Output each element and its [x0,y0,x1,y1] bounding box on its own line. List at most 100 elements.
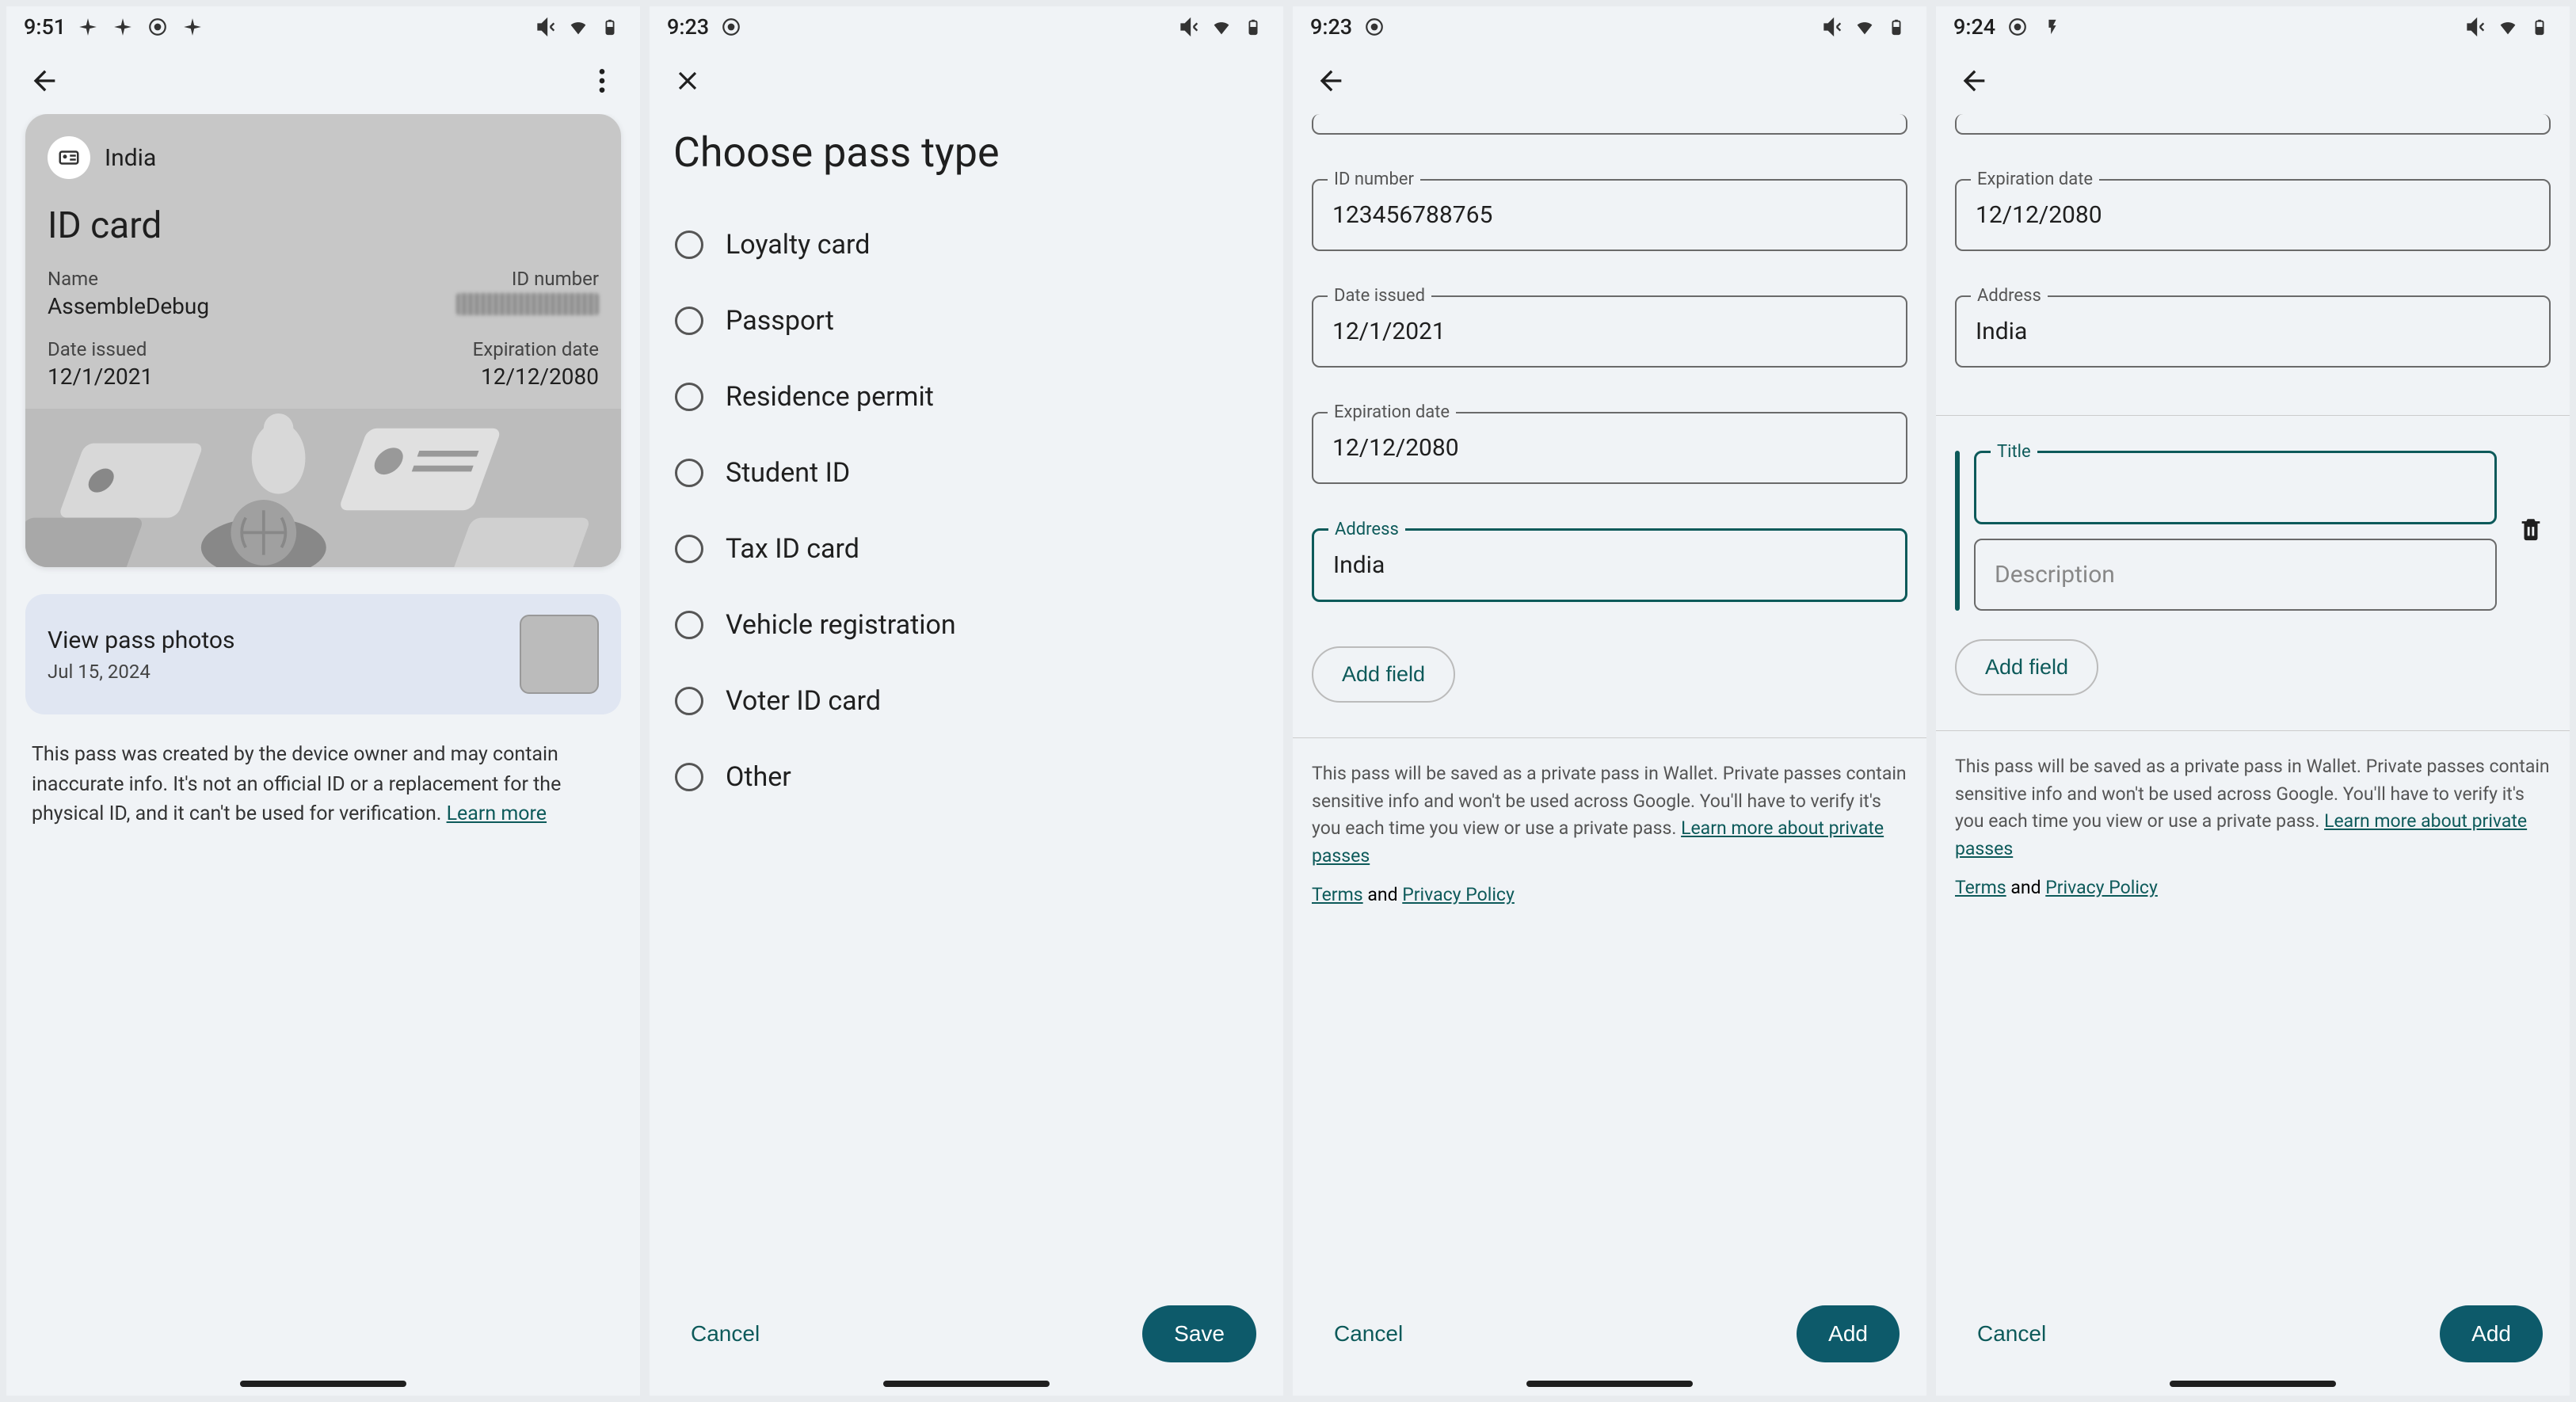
custom-title-field[interactable]: Title [1974,451,2497,524]
radio-vehicle-registration[interactable]: Vehicle registration [669,587,1264,663]
circle-dot-icon [718,14,744,40]
radio-icon [675,763,703,791]
app-bar [6,48,640,114]
cancel-button[interactable]: Cancel [1963,1310,2060,1358]
disclaimer-text: This pass was created by the device owne… [25,740,621,829]
privacy-link[interactable]: Privacy Policy [1402,884,1515,905]
radio-voter-id[interactable]: Voter ID card [669,663,1264,739]
status-bar: 9:51 [6,6,640,48]
button-bar: Cancel Save [650,1286,1283,1372]
radio-icon [675,307,703,335]
address-field[interactable]: Address India [1312,528,1907,602]
wifi-icon [1209,14,1234,40]
status-time: 9:23 [667,14,709,40]
learn-more-link[interactable]: Learn more [447,802,547,825]
radio-passport[interactable]: Passport [669,283,1264,359]
card-type: ID card [48,204,599,247]
radio-tax-id[interactable]: Tax ID card [669,511,1264,587]
page-title: Choose pass type [673,128,1264,177]
radio-icon [675,383,703,411]
status-bar: 9:24 [1936,6,2570,48]
issued-label: Date issued [48,338,153,360]
gemini-icon-2 [180,14,205,40]
id-card[interactable]: India ID card Name AssembleDebug ID numb… [25,114,621,567]
nav-bar [6,1372,640,1396]
id-number-field[interactable]: ID number 123456788765 [1312,179,1907,251]
assistant-icon [110,14,135,40]
expiration-date-field[interactable]: Expiration date 12/12/2080 [1312,412,1907,484]
custom-field-group: Title Description [1955,451,2551,611]
screen-edit-pass-1: 9:23 ID number 123456788765 Date issued … [1293,6,1926,1396]
gemini-icon [75,14,101,40]
radio-icon [675,687,703,715]
private-pass-info: This pass will be saved as a private pas… [1312,760,1907,870]
app-bar [1293,48,1926,114]
status-bar: 9:23 [650,6,1283,48]
pass-type-list: Loyalty card Passport Residence permit S… [669,207,1264,815]
add-field-button[interactable]: Add field [1312,646,1455,703]
divider [1936,415,2570,416]
screen-id-card-detail: 9:51 India ID card [6,6,640,1396]
add-button[interactable]: Add [1797,1305,1900,1362]
back-button[interactable] [1955,62,1993,100]
nav-bar [650,1372,1283,1396]
back-button[interactable] [1312,62,1350,100]
mute-icon [1177,14,1202,40]
photos-title: View pass photos [48,627,234,654]
close-button[interactable] [669,62,707,100]
status-bar: 9:23 [1293,6,1926,48]
battery-icon [1884,14,1909,40]
terms-link[interactable]: Terms [1955,877,2006,898]
add-field-button[interactable]: Add field [1955,639,2098,695]
more-menu-button[interactable] [583,62,621,100]
wifi-icon [566,14,591,40]
wifi-icon [2495,14,2521,40]
radio-icon [675,611,703,639]
exp-value: 12/12/2080 [473,364,599,390]
divider [1936,730,2570,731]
cancel-button[interactable]: Cancel [676,1310,774,1358]
private-pass-info: This pass will be saved as a private pas… [1955,753,2551,863]
mute-icon [1820,14,1846,40]
date-issued-field[interactable]: Date issued 12/1/2021 [1312,295,1907,368]
exp-label: Expiration date [473,338,599,360]
circle-dot-icon [145,14,170,40]
expiration-date-field[interactable]: Expiration date 12/12/2080 [1955,179,2551,251]
cancel-button[interactable]: Cancel [1320,1310,1417,1358]
card-artwork [25,409,621,567]
partial-field-above[interactable] [1955,114,2551,135]
circle-dot-icon [1362,14,1387,40]
name-label: Name [48,268,209,290]
idnum-label: ID number [456,268,599,290]
flash-icon [2040,14,2065,40]
mute-icon [534,14,559,40]
view-pass-photos[interactable]: View pass photos Jul 15, 2024 [25,594,621,714]
radio-icon [675,535,703,563]
radio-loyalty-card[interactable]: Loyalty card [669,207,1264,283]
back-button[interactable] [25,62,63,100]
tos-row: Terms and Privacy Policy [1312,884,1907,905]
add-button[interactable]: Add [2440,1305,2543,1362]
save-button[interactable]: Save [1142,1305,1256,1362]
status-time: 9:24 [1953,14,1995,40]
radio-student-id[interactable]: Student ID [669,435,1264,511]
button-bar: Cancel Add [1936,1286,2570,1372]
status-time: 9:23 [1310,14,1352,40]
delete-field-button[interactable] [2511,509,2551,552]
terms-link[interactable]: Terms [1312,884,1363,905]
battery-icon [1240,14,1266,40]
radio-icon [675,459,703,487]
screen-edit-pass-2: 9:24 Expiration date 12/12/2080 Address … [1936,6,2570,1396]
circle-dot-icon [2005,14,2030,40]
radio-residence-permit[interactable]: Residence permit [669,359,1264,435]
card-country: India [105,144,156,172]
partial-field-above[interactable] [1312,114,1907,135]
address-field[interactable]: Address India [1955,295,2551,368]
radio-other[interactable]: Other [669,739,1264,815]
name-value: AssembleDebug [48,293,209,319]
privacy-link[interactable]: Privacy Policy [2045,877,2158,898]
custom-description-field[interactable]: Description [1974,539,2497,611]
wifi-icon [1852,14,1877,40]
mute-icon [2464,14,2489,40]
button-bar: Cancel Add [1293,1286,1926,1372]
